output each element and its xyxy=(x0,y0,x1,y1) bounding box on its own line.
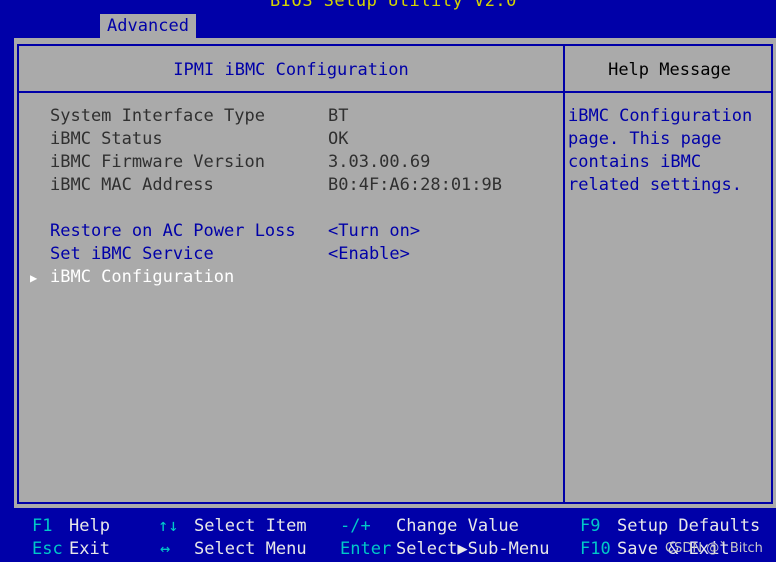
page-title: IPMI iBMC Configuration xyxy=(173,60,409,80)
help-line: related settings. xyxy=(568,175,742,195)
key-f1-desc: Help xyxy=(69,516,110,536)
setting-value-set-ibmc-service[interactable]: <Enable> xyxy=(328,244,410,264)
key-f10: F10 xyxy=(580,539,611,559)
help-line: page. This page xyxy=(568,129,722,149)
watermark: CSDN @ˇ Bitch xyxy=(665,541,763,556)
right-triangle-icon: ▶ xyxy=(30,271,38,285)
main-panel: IPMI iBMC Configuration Help Message Sys… xyxy=(14,38,776,508)
key-enter: Enter xyxy=(340,539,392,559)
key-setup-defaults-desc: Setup Defaults xyxy=(617,516,761,536)
key-sub-menu-desc: Select▶Sub-Menu xyxy=(396,539,550,559)
panel-divider xyxy=(563,44,565,504)
key-minus-plus: -/+ xyxy=(340,516,371,536)
tab-advanced[interactable]: Advanced xyxy=(100,14,196,38)
info-label-interface-type: System Interface Type xyxy=(50,106,265,126)
key-esc: Esc xyxy=(32,539,63,559)
info-value-mac-address: B0:4F:A6:28:01:9B xyxy=(328,175,502,195)
info-label-firmware-version: iBMC Firmware Version xyxy=(50,152,265,172)
setting-set-ibmc-service[interactable]: Set iBMC Service xyxy=(50,244,214,264)
help-title: Help Message xyxy=(608,60,731,80)
key-exit-desc: Exit xyxy=(69,539,110,559)
info-label-mac-address: iBMC MAC Address xyxy=(50,175,214,195)
setting-restore-ac-power-loss[interactable]: Restore on AC Power Loss xyxy=(50,221,296,241)
submenu-ibmc-configuration[interactable]: iBMC Configuration xyxy=(50,267,234,287)
info-value-firmware-version: 3.03.00.69 xyxy=(328,152,431,172)
header-divider xyxy=(17,91,773,93)
key-f9: F9 xyxy=(580,516,601,536)
footer-key-legend: F1 Help ↑↓ Select Item -/+ Change Value … xyxy=(0,508,776,562)
key-up-down-arrows-icon: ↑↓ xyxy=(158,516,179,536)
info-label-ibmc-status: iBMC Status xyxy=(50,129,163,149)
info-value-ibmc-status: OK xyxy=(328,129,349,149)
help-line: contains iBMC xyxy=(568,152,702,172)
app-title: BIOS Setup Utility V2.0 xyxy=(270,0,517,11)
help-line: iBMC Configuration xyxy=(568,106,753,126)
info-value-interface-type: BT xyxy=(328,106,349,126)
key-select-menu-desc: Select Menu xyxy=(194,539,307,559)
setting-value-restore-ac-power-loss[interactable]: <Turn on> xyxy=(328,221,420,241)
key-f1: F1 xyxy=(32,516,53,536)
key-select-item-desc: Select Item xyxy=(194,516,307,536)
key-left-right-arrows-icon: ↔ xyxy=(160,539,171,559)
key-change-value-desc: Change Value xyxy=(396,516,519,536)
